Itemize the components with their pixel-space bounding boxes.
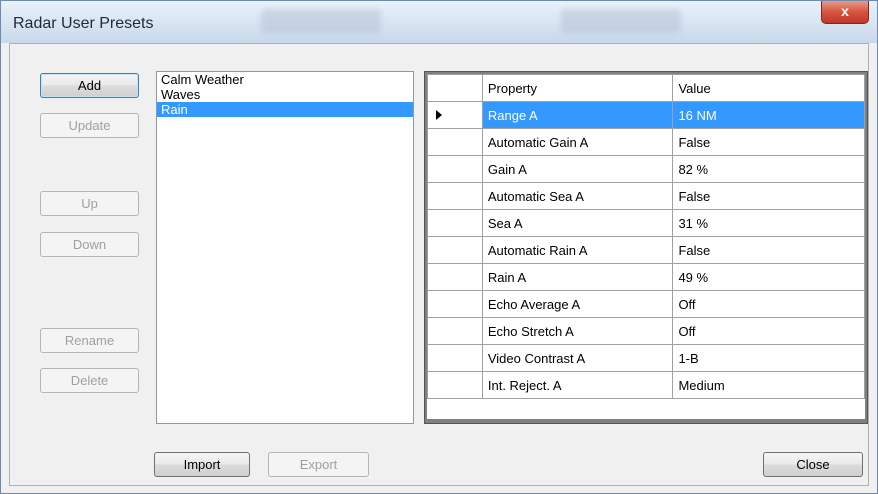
row-header[interactable] <box>427 101 483 129</box>
value-cell[interactable]: False <box>672 182 865 210</box>
grid-row[interactable]: Automatic Gain A False <box>427 128 865 156</box>
column-header-property[interactable]: Property <box>481 74 674 102</box>
grid-row[interactable]: Automatic Sea A False <box>427 182 865 210</box>
property-cell[interactable]: Echo Average A <box>481 290 674 318</box>
value-cell[interactable]: 82 % <box>672 155 865 183</box>
close-button[interactable]: Close <box>763 452 863 477</box>
add-button[interactable]: Add <box>40 73 139 98</box>
grid-row[interactable]: Sea A 31 % <box>427 209 865 237</box>
value-cell[interactable]: Off <box>672 290 865 318</box>
list-item-selected[interactable]: Rain <box>157 102 413 117</box>
grid-row[interactable]: Int. Reject. A Medium <box>427 371 865 399</box>
update-button[interactable]: Update <box>40 113 139 138</box>
property-cell[interactable]: Echo Stretch A <box>481 317 674 345</box>
grid-header-row: Property Value <box>427 74 865 102</box>
row-header[interactable] <box>427 317 483 345</box>
rename-button[interactable]: Rename <box>40 328 139 353</box>
value-cell[interactable]: Off <box>672 317 865 345</box>
row-header[interactable] <box>427 263 483 291</box>
row-header[interactable] <box>427 290 483 318</box>
presets-list[interactable]: Calm Weather Waves Rain <box>156 71 414 424</box>
row-header[interactable] <box>427 155 483 183</box>
row-header[interactable] <box>427 209 483 237</box>
property-cell[interactable]: Automatic Sea A <box>481 182 674 210</box>
background-blur <box>261 9 381 33</box>
down-button[interactable]: Down <box>40 232 139 257</box>
value-cell[interactable]: Medium <box>672 371 865 399</box>
property-cell[interactable]: Range A <box>481 101 674 129</box>
grid-row[interactable]: Range A 16 NM <box>427 101 865 129</box>
value-cell[interactable]: 16 NM <box>672 101 865 129</box>
property-cell[interactable]: Automatic Rain A <box>481 236 674 264</box>
row-header[interactable] <box>427 371 483 399</box>
grid-row[interactable]: Gain A 82 % <box>427 155 865 183</box>
row-header[interactable] <box>427 128 483 156</box>
value-cell[interactable]: False <box>672 128 865 156</box>
property-cell[interactable]: Sea A <box>481 209 674 237</box>
title-bar[interactable]: Radar User Presets x <box>1 1 877 43</box>
value-cell[interactable]: 49 % <box>672 263 865 291</box>
property-cell[interactable]: Int. Reject. A <box>481 371 674 399</box>
property-cell[interactable]: Automatic Gain A <box>481 128 674 156</box>
grid-row[interactable]: Automatic Rain A False <box>427 236 865 264</box>
window-close-button[interactable]: x <box>821 1 869 24</box>
current-row-arrow-icon <box>436 110 442 120</box>
background-blur <box>561 9 681 33</box>
grid-row[interactable]: Echo Average A Off <box>427 290 865 318</box>
row-header[interactable] <box>427 236 483 264</box>
grid-row[interactable]: Video Contrast A 1-B <box>427 344 865 372</box>
up-button[interactable]: Up <box>40 191 139 216</box>
import-button[interactable]: Import <box>154 452 250 477</box>
row-header[interactable] <box>427 344 483 372</box>
value-cell[interactable]: False <box>672 236 865 264</box>
list-item[interactable]: Calm Weather <box>157 72 413 87</box>
radar-user-presets-window: Radar User Presets x Add Update Up Down … <box>0 0 878 494</box>
value-cell[interactable]: 1-B <box>672 344 865 372</box>
row-header-corner <box>427 74 483 102</box>
window-title: Radar User Presets <box>13 15 154 32</box>
property-grid[interactable]: Property Value Range A 16 NM Automatic G… <box>424 71 868 424</box>
grid-row[interactable]: Rain A 49 % <box>427 263 865 291</box>
grid-row[interactable]: Echo Stretch A Off <box>427 317 865 345</box>
delete-button[interactable]: Delete <box>40 368 139 393</box>
property-cell[interactable]: Video Contrast A <box>481 344 674 372</box>
list-item[interactable]: Waves <box>157 87 413 102</box>
row-header[interactable] <box>427 182 483 210</box>
property-cell[interactable]: Gain A <box>481 155 674 183</box>
property-cell[interactable]: Rain A <box>481 263 674 291</box>
export-button[interactable]: Export <box>268 452 369 477</box>
value-cell[interactable]: 31 % <box>672 209 865 237</box>
column-header-value[interactable]: Value <box>672 74 865 102</box>
